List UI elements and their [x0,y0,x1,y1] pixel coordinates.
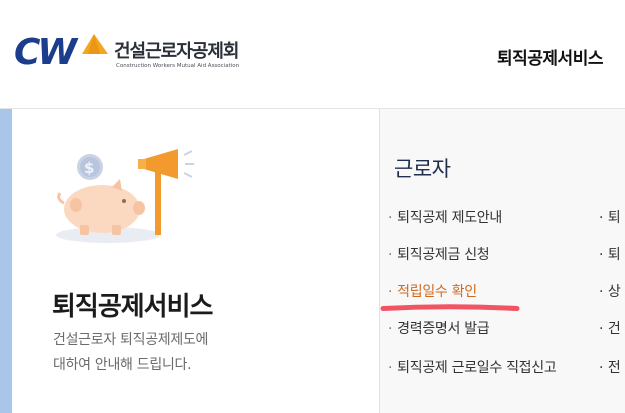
cw-logo-icon: CW [14,32,108,70]
page-title: 퇴직공제서비스 [52,292,213,322]
menu-item-retirement-guide[interactable]: · 퇴직공제 제도안내 [388,207,502,227]
menu-item-col2-5[interactable]: · 전 [599,357,621,377]
menu-item-label: 퇴직공제금 신청 [397,247,490,263]
site-header: CW 건설근로자공제회 Construction Workers Mutual … [0,0,625,109]
svg-text:$: $ [84,159,94,177]
highlight-stroke [380,304,520,311]
menu-item-col2-3[interactable]: · 상 [599,281,621,301]
svg-text:CW: CW [14,32,79,70]
logo-text-korean: 건설근로자공제회 [114,41,239,62]
menu-item-label: 퇴직공제 근로일수 직접신고 [397,360,557,376]
page-description: 건설근로자 퇴직공제제도에 대하여 안내해 드립니다. [53,328,293,378]
description-line-2: 대하여 안내해 드립니다. [53,357,192,373]
menu-item-accumulated-days[interactable]: · 적립일수 확인 [388,281,477,301]
nav-menu-retirement-service[interactable]: 퇴직공제서비스 [497,44,603,69]
menu-item-workday-self-report[interactable]: · 퇴직공제 근로일수 직접신고 [388,357,557,377]
menu-item-col2-1[interactable]: · 퇴 [599,207,621,227]
service-intro-panel: $ 퇴직공제서비스 건설근로자 퇴직공제제도에 대하여 안내해 드립니다. [12,109,379,413]
menu-item-col2-4[interactable]: · 건 [599,318,621,338]
bullet: · [388,210,393,226]
section-title-worker: 근로자 [394,157,451,181]
menu-item-career-certificate[interactable]: · 경력증명서 발급 [388,318,490,338]
logo-text-english: Construction Workers Mutual Aid Associat… [116,63,240,69]
menu-item-col2-2[interactable]: · 퇴 [599,244,621,264]
bullet: · [388,284,393,300]
menu-item-benefit-application[interactable]: · 퇴직공제금 신청 [388,244,490,264]
piggy-bank-megaphone-icon: $ [56,149,194,243]
menu-item-label: 경력증명서 발급 [397,321,490,337]
description-line-1: 건설근로자 퇴직공제제도에 [53,332,209,348]
worker-menu-panel: 근로자 · 퇴직공제 제도안내 · 퇴직공제금 신청 · 적립일수 확인 · 경력증명서… [379,109,625,413]
menu-item-label: 퇴직공제 제도안내 [397,210,502,226]
accent-bar [0,109,12,413]
site-logo[interactable]: CW 건설근로자공제회 Construction Workers Mutual … [14,30,274,74]
bullet: · [388,360,393,376]
menu-item-label: 적립일수 확인 [397,284,477,300]
bullet: · [388,247,393,263]
bullet: · [388,321,393,337]
